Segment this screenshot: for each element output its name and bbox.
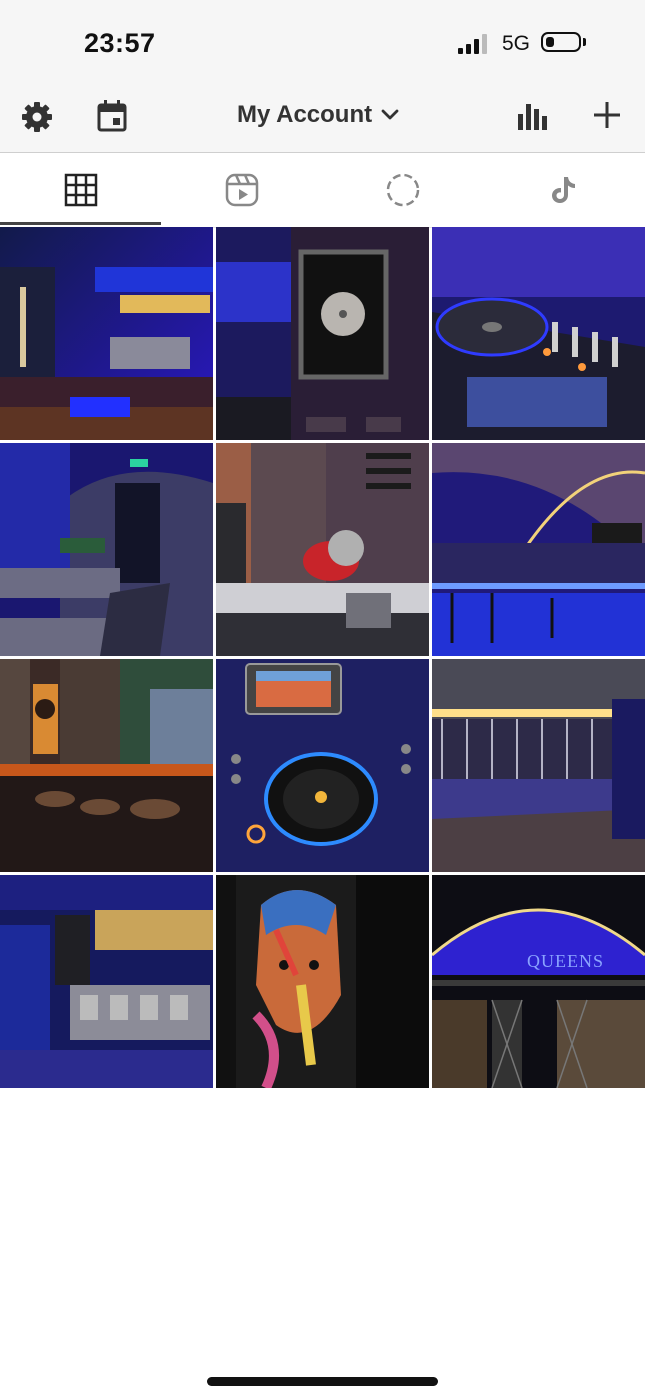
grid-photo-2[interactable] [216,227,429,440]
reels-icon [225,173,258,207]
status-bar: 23:57 5G [0,0,645,84]
battery-icon [541,32,581,52]
content-tabs [0,153,645,228]
status-time: 23:57 [84,28,156,58]
tab-reels[interactable] [161,153,322,227]
gear-icon[interactable] [18,98,56,136]
grid-photo-6[interactable] [432,443,645,656]
grid-photo-11[interactable] [216,875,429,1088]
grid-photo-8[interactable] [216,659,429,872]
tiktok-icon [551,177,575,203]
photo-grid: QUEENS [0,227,645,1088]
bar-chart-icon[interactable] [514,98,550,134]
grid-photo-9[interactable] [432,659,645,872]
signal-icon [458,34,490,54]
account-switcher[interactable]: My Account [237,101,400,129]
grid-photo-1[interactable] [0,227,213,440]
calendar-icon[interactable] [94,97,130,135]
grid-photo-4[interactable] [0,443,213,656]
tab-stories[interactable] [322,153,483,227]
stories-icon [386,173,419,207]
grid-icon [64,173,97,207]
page-title: My Account [237,101,373,128]
grid-photo-12[interactable]: QUEENS [432,875,645,1088]
tab-tiktok[interactable] [483,153,644,227]
grid-photo-7[interactable] [0,659,213,872]
home-indicator[interactable] [207,1377,438,1386]
tab-grid[interactable] [0,153,161,227]
tab-selected-indicator [0,222,161,225]
grid-photo-10[interactable] [0,875,213,1088]
storefront-sign-text: QUEENS [527,951,604,971]
grid-photo-5[interactable] [216,443,429,656]
grid-photo-3[interactable] [432,227,645,440]
chevron-down-icon [381,109,399,120]
plus-icon[interactable] [590,98,624,132]
top-bar: My Account [0,84,645,153]
battery-cap [583,38,586,46]
network-label: 5G [502,32,531,55]
